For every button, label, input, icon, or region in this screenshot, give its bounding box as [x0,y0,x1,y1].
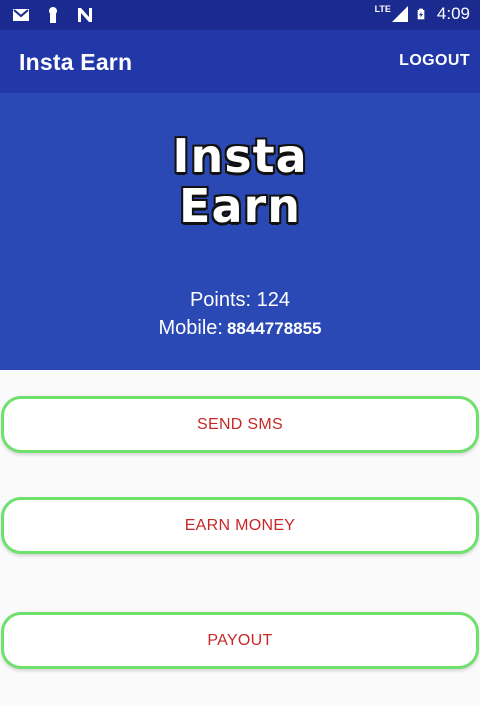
payout-button[interactable]: PAYOUT [1,612,479,669]
gmail-icon [13,9,29,21]
app-logo: Insta Earn [0,131,480,231]
app-bar: Insta Earn LOGOUT [0,30,480,93]
status-bar: LTE 4:09 [0,0,480,30]
logout-button[interactable]: LOGOUT [399,52,470,70]
network-type: LTE [374,4,391,14]
n-notification-icon [78,8,92,22]
send-sms-button[interactable]: SEND SMS [1,396,479,453]
logo-line-1: Insta [172,129,308,183]
mobile-info: Mobile: 8844778855 [0,317,480,340]
header-panel: Insta Earn Points: 124 Mobile: 8844778855 [0,93,480,370]
battery-icon [417,8,425,20]
keyhole-icon [49,7,57,23]
logo-line-2: Earn [179,179,301,233]
points-label: Points: 124 [189,289,291,311]
mobile-label: Mobile: [158,317,223,339]
mobile-number: 8844778855 [226,319,322,338]
app-title: Insta Earn [19,49,133,75]
signal-icon [391,6,408,22]
status-time: 4:09 [436,4,470,23]
earn-money-button[interactable]: EARN MONEY [1,497,479,554]
